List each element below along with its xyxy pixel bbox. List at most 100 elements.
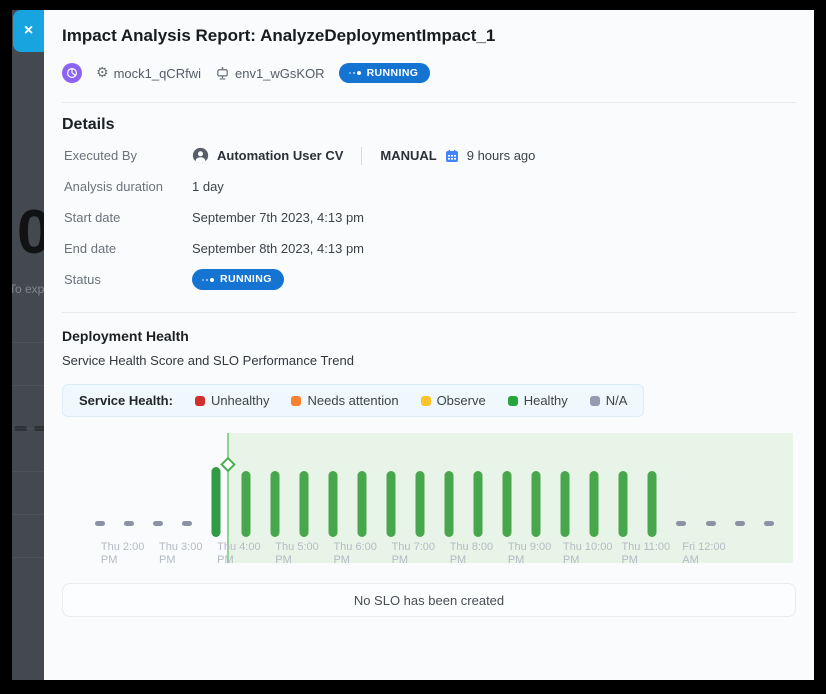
x-axis-tick: Thu 11:00PM — [621, 541, 670, 567]
legend-bar: Service Health: Unhealthy Needs attention… — [62, 384, 644, 417]
detail-row-start-date: Start date September 7th 2023, 4:13 pm — [62, 202, 796, 233]
detail-label: Status — [62, 272, 192, 287]
chart-bar-na — [735, 521, 745, 526]
environment-meta: env1_wGsKOR — [215, 66, 325, 81]
detail-label: End date — [62, 241, 192, 256]
chart-bar-na — [95, 521, 105, 526]
chart-bar-healthy — [328, 471, 337, 537]
mock-meta: ⚙ mock1_qCRfwi — [96, 66, 201, 81]
x-axis-tick: Thu 7:00PM — [392, 541, 435, 567]
health-chart: Thu 2:00PMThu 3:00PMThu 4:00PMThu 5:00PM… — [62, 433, 796, 573]
status-badge-label: RUNNING — [367, 68, 419, 79]
background-partial-text: To exp — [12, 282, 44, 296]
chart-bar-na — [182, 521, 192, 526]
section-divider — [62, 102, 796, 103]
report-title: Impact Analysis Report: AnalyzeDeploymen… — [62, 24, 796, 48]
legend-swatch-icon — [508, 396, 518, 406]
legend-item: Unhealthy — [195, 393, 270, 408]
running-dots-icon — [349, 71, 361, 75]
chart-bar-healthy — [299, 471, 308, 537]
details-heading: Details — [62, 116, 796, 134]
detail-row-duration: Analysis duration 1 day — [62, 171, 796, 202]
mock-name: mock1_qCRfwi — [114, 66, 201, 81]
chart-bar-healthy — [648, 471, 657, 537]
x-axis-tick: Thu 6:00PM — [333, 541, 376, 567]
legend-item: N/A — [590, 393, 628, 408]
background-big-number: 0 — [17, 202, 44, 264]
legend-label: N/A — [606, 393, 628, 408]
legend-label: Unhealthy — [211, 393, 270, 408]
meta-row: ⚙ mock1_qCRfwi env1_wGsKOR RUNNING — [62, 61, 796, 85]
legend-label: Observe — [437, 393, 486, 408]
deployment-health-heading: Deployment Health — [62, 328, 796, 344]
detail-row-status: Status RUNNING — [62, 264, 796, 295]
x-axis-tick: Thu 10:00PM — [563, 541, 613, 567]
chart-bar-healthy — [474, 471, 483, 537]
analysis-avatar-icon — [62, 63, 82, 83]
screen-frame: 0 To exp × Impact Analysis Report: Analy… — [0, 0, 826, 694]
chart-bar-healthy — [241, 471, 250, 537]
environment-icon — [215, 66, 230, 81]
chart-bar-na — [706, 521, 716, 526]
legend-label: Healthy — [524, 393, 568, 408]
legend-swatch-icon — [195, 396, 205, 406]
legend-label: Needs attention — [307, 393, 398, 408]
legend-swatch-icon — [291, 396, 301, 406]
chart-subtitle: Service Health Score and SLO Performance… — [62, 353, 796, 368]
detail-label: Start date — [62, 210, 192, 225]
x-axis-tick: Thu 3:00PM — [159, 541, 202, 567]
no-slo-message: No SLO has been created — [354, 593, 504, 608]
chart-bar-healthy — [561, 471, 570, 537]
no-slo-box: No SLO has been created — [62, 583, 796, 617]
running-dots-icon — [202, 278, 214, 282]
chart-bar-healthy — [503, 471, 512, 537]
calendar-icon — [445, 149, 459, 163]
chart-bar-healthy — [619, 471, 628, 537]
duration-value: 1 day — [192, 179, 224, 194]
x-axis-tick: Thu 2:00PM — [101, 541, 144, 567]
status-badge: RUNNING — [192, 269, 284, 290]
environment-name: env1_wGsKOR — [235, 66, 325, 81]
x-axis-tick: Thu 8:00PM — [450, 541, 493, 567]
gear-icon: ⚙ — [96, 66, 109, 80]
impact-analysis-modal: Impact Analysis Report: AnalyzeDeploymen… — [44, 10, 814, 680]
chart-bar-na — [764, 521, 774, 526]
chart-bar-healthy — [357, 471, 366, 537]
x-axis-tick: Fri 12:00AM — [682, 541, 725, 567]
executed-time: 9 hours ago — [467, 148, 536, 163]
trigger-type: MANUAL — [380, 148, 436, 163]
section-divider — [62, 312, 796, 313]
chart-bar-na — [153, 521, 163, 526]
x-axis-tick: Thu 5:00PM — [275, 541, 318, 567]
background-scrim: 0 To exp — [12, 10, 44, 680]
detail-row-executed-by: Executed By Automation User CV M — [62, 140, 796, 171]
end-date-value: September 8th 2023, 4:13 pm — [192, 241, 364, 256]
close-icon: × — [24, 22, 33, 40]
detail-row-end-date: End date September 8th 2023, 4:13 pm — [62, 233, 796, 264]
legend-title: Service Health: — [79, 393, 173, 408]
executed-by-value: Automation User CV MANUAL 9 — [192, 147, 535, 165]
status-badge: RUNNING — [339, 63, 431, 84]
legend-swatch-icon — [590, 396, 600, 406]
status-badge-label: RUNNING — [220, 274, 272, 285]
legend-item: Healthy — [508, 393, 568, 408]
x-axis-tick: Thu 9:00PM — [508, 541, 551, 567]
chart-bar-healthy — [415, 471, 424, 537]
chart-bar-healthy — [212, 467, 221, 537]
chart-bar-healthy — [270, 471, 279, 537]
legend-item: Observe — [421, 393, 486, 408]
legend-item: Needs attention — [291, 393, 398, 408]
detail-label: Analysis duration — [62, 179, 192, 194]
detail-label: Executed By — [62, 148, 192, 163]
chart-bar-healthy — [386, 471, 395, 537]
chart-bar-healthy — [444, 471, 453, 537]
value-divider — [361, 147, 362, 165]
executed-by-user: Automation User CV — [217, 148, 343, 163]
background-rows — [12, 300, 44, 600]
user-icon — [192, 147, 209, 164]
page-area: 0 To exp × Impact Analysis Report: Analy… — [12, 10, 814, 680]
chart-bar-healthy — [590, 471, 599, 537]
close-button[interactable]: × — [13, 10, 44, 52]
chart-bar-na — [124, 521, 134, 526]
chart-bar-na — [676, 521, 686, 526]
